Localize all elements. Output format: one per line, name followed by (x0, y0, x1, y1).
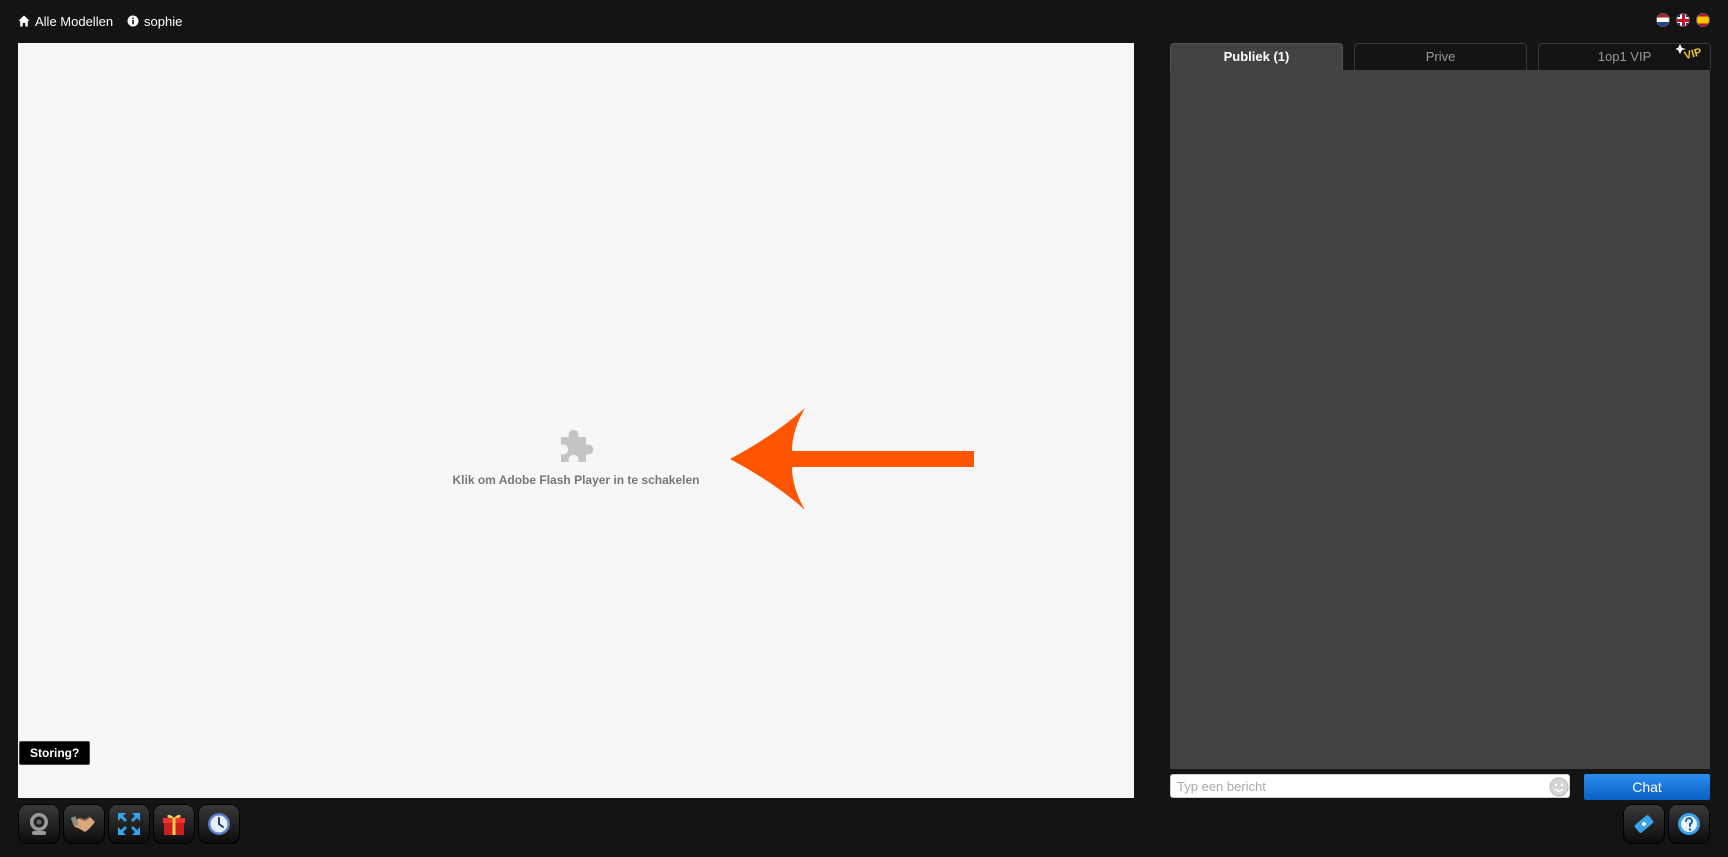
history-button[interactable] (198, 804, 240, 844)
chat-send-button[interactable]: Chat (1584, 774, 1710, 800)
all-models-label: Alle Modellen (35, 13, 114, 29)
fullscreen-icon (118, 813, 140, 835)
chat-tabs: Publiek (1) Prive 1op1 VIP VIP (1170, 43, 1711, 72)
vip-badge-icon: VIP (1676, 44, 1703, 62)
storing-button[interactable]: Storing? (19, 741, 91, 765)
username-label: sophie (144, 13, 183, 29)
webcam-button[interactable] (18, 804, 60, 844)
home-icon (18, 15, 30, 27)
fullscreen-button[interactable] (108, 804, 150, 844)
tab-vip-label: 1op1 VIP (1597, 49, 1652, 64)
smiley-icon[interactable] (1549, 777, 1569, 797)
flag-es-icon[interactable] (1696, 13, 1710, 27)
vip-badge-text: VIP (1683, 46, 1703, 62)
handshake-button[interactable] (63, 804, 105, 844)
chat-message-input[interactable] (1170, 774, 1570, 798)
profile-link[interactable]: sophie (127, 14, 182, 29)
clock-icon (208, 813, 230, 835)
all-models-link[interactable]: Alle Modellen (18, 14, 113, 29)
handshake-icon (70, 816, 95, 832)
tab-public[interactable]: Publiek (1) (1170, 43, 1343, 72)
info-icon (127, 15, 139, 27)
ticket-icon (1634, 815, 1654, 833)
tab-vip[interactable]: 1op1 VIP VIP (1538, 43, 1711, 70)
ticket-button[interactable] (1623, 804, 1665, 844)
gift-button[interactable] (153, 804, 195, 844)
puzzle-piece-icon (561, 429, 594, 462)
chat-messages[interactable] (1170, 70, 1710, 769)
gift-icon (163, 814, 185, 835)
top-navigation: Alle Modellen sophie (18, 12, 182, 30)
tab-private[interactable]: Prive (1354, 43, 1527, 70)
language-selector (1656, 13, 1710, 27)
video-player[interactable]: Klik om Adobe Flash Player in te schakel… (18, 43, 1134, 798)
flag-en-icon[interactable] (1676, 13, 1690, 27)
chat-toolbar (1623, 804, 1710, 844)
webcam-icon (30, 813, 48, 835)
help-icon (1678, 813, 1700, 835)
player-toolbar (18, 804, 240, 844)
help-button[interactable] (1668, 804, 1710, 844)
flag-nl-icon[interactable] (1656, 13, 1670, 27)
orange-arrow-annotation (730, 408, 974, 510)
